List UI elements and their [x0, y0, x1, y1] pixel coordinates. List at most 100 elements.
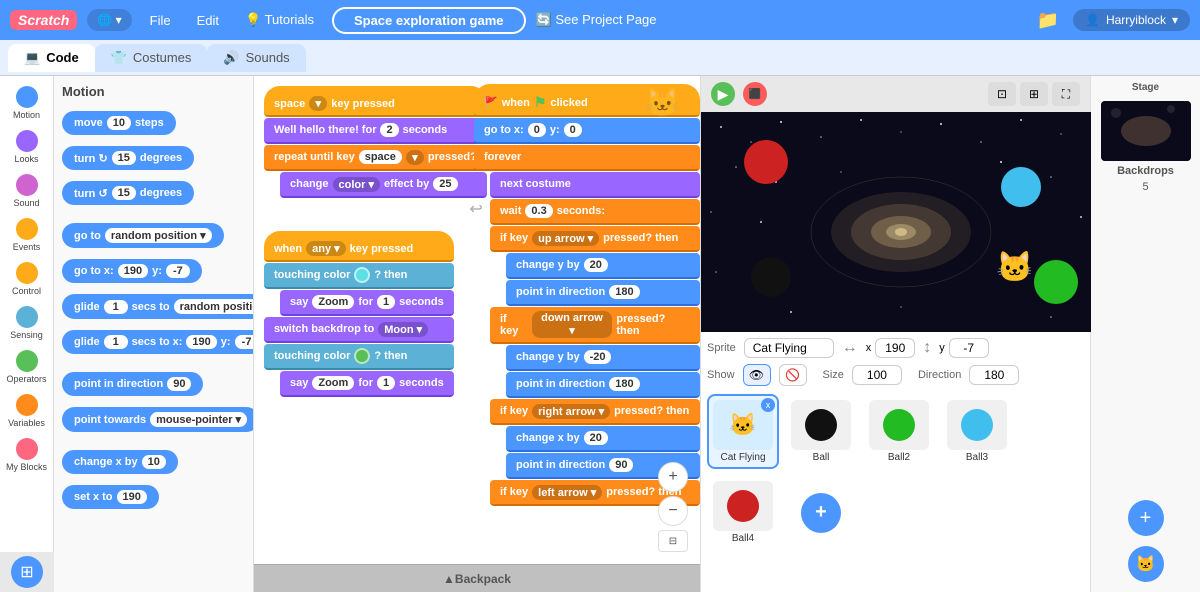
- block-next-costume[interactable]: next costume: [490, 172, 700, 198]
- folder-icon[interactable]: 📁: [1033, 6, 1063, 35]
- main-area: Motion Looks Sound Events Control Sensin…: [0, 76, 1200, 592]
- block-if-up-arrow[interactable]: if keyup arrow ▾pressed? then: [490, 226, 700, 252]
- zoom-in-button[interactable]: +: [658, 462, 688, 492]
- block-switch-backdrop[interactable]: switch backdrop toMoon ▾: [264, 317, 454, 343]
- sprite-thumb-ball4[interactable]: Ball4: [707, 475, 779, 550]
- script-stack-main: 🚩 when⚑clicked go to x:0y:0 forever next…: [474, 84, 700, 506]
- zoom-out-button[interactable]: −: [658, 496, 688, 526]
- sprite-thumb-ball2[interactable]: Ball2: [863, 394, 935, 469]
- small-stage-button[interactable]: ⊡: [988, 82, 1016, 106]
- zoom-fit-button[interactable]: ⊟: [658, 530, 688, 552]
- block-point-dir-180-1[interactable]: point in direction180: [506, 280, 700, 306]
- block-space-key-pressed[interactable]: space▾key pressed: [264, 86, 487, 117]
- category-looks[interactable]: Looks: [2, 126, 52, 168]
- block-if-right-arrow[interactable]: if keyright arrow ▾pressed? then: [490, 399, 700, 425]
- block-change-x-20[interactable]: change x by20: [506, 426, 700, 452]
- sprite-badge-cat: x: [761, 398, 775, 412]
- sprite-panel: Sprite ↔ x ↕ y Show 👁 🚫 Size Dir: [701, 332, 1090, 592]
- category-events[interactable]: Events: [2, 214, 52, 256]
- direction-input[interactable]: [969, 365, 1019, 385]
- show-visible-button[interactable]: 👁: [743, 364, 771, 386]
- sprite-name-ball4: Ball4: [713, 533, 773, 544]
- block-set-x[interactable]: set x to 190: [62, 485, 159, 509]
- color-swatch-2[interactable]: [354, 348, 370, 364]
- size-label: Size: [823, 369, 844, 381]
- stage-mini-thumbnail[interactable]: [1101, 101, 1191, 161]
- block-wait-0-3[interactable]: wait0.3seconds:: [490, 199, 700, 225]
- sprite-thumb-cat-flying[interactable]: 🐱 x Cat Flying: [707, 394, 779, 469]
- block-turn-right[interactable]: turn ↻ 15 degrees: [62, 146, 194, 170]
- tab-costumes[interactable]: 👕 Costumes: [95, 44, 208, 72]
- tab-sounds[interactable]: 🔊 Sounds: [207, 44, 305, 72]
- block-change-color-effect[interactable]: changecolor ▾effect by25: [280, 172, 487, 198]
- direction-label: Direction: [918, 369, 961, 381]
- edit-menu[interactable]: Edit: [189, 9, 227, 32]
- language-selector[interactable]: 🌐 ▾: [87, 9, 131, 31]
- stage-controls-bar: ▶ ⬛ ⊡ ⊞ ⛶: [701, 76, 1090, 112]
- category-control[interactable]: Control: [2, 258, 52, 300]
- block-point-towards[interactable]: point towards mouse-pointer ▾: [62, 407, 254, 432]
- block-glide-random[interactable]: glide 1 secs to random position ▾: [62, 294, 254, 319]
- backpack-bar[interactable]: ▲ Backpack: [254, 564, 700, 592]
- file-menu[interactable]: File: [142, 9, 179, 32]
- see-project-link[interactable]: 🔄 See Project Page: [536, 12, 657, 28]
- costumes-tab-icon: 👕: [111, 50, 127, 66]
- block-goto-xy[interactable]: go to x: 190 y: -7: [62, 259, 202, 283]
- block-say-zoom-2[interactable]: sayZoomfor1seconds: [280, 371, 454, 397]
- category-variables[interactable]: Variables: [2, 390, 52, 432]
- user-menu[interactable]: 👤 Harryiblock ▾: [1073, 9, 1190, 31]
- color-swatch-1[interactable]: [354, 267, 370, 283]
- stage-canvas[interactable]: 🐱: [701, 112, 1091, 332]
- green-flag-button[interactable]: ▶: [711, 82, 735, 106]
- block-touching-color-1[interactable]: touching color ? then: [264, 263, 454, 289]
- x-input[interactable]: [875, 338, 915, 358]
- block-repeat-until[interactable]: repeat until keyspace▾pressed?: [264, 145, 487, 171]
- block-forever[interactable]: forever: [474, 145, 700, 171]
- script-area[interactable]: space▾key pressed Well hello there! for2…: [254, 76, 700, 592]
- y-input[interactable]: [949, 338, 989, 358]
- block-if-down-arrow[interactable]: if keydown arrow ▾pressed? then: [490, 307, 700, 344]
- block-change-y-20[interactable]: change y by20: [506, 253, 700, 279]
- tutorials-link[interactable]: 💡 Tutorials: [237, 8, 322, 32]
- show-label: Show: [707, 369, 735, 381]
- block-point-dir-180-2[interactable]: point in direction180: [506, 372, 700, 398]
- block-goto-00[interactable]: go to x:0y:0: [474, 118, 700, 144]
- block-touching-color-2[interactable]: touching color ? then: [264, 344, 454, 370]
- sprite-thumb-ball3[interactable]: Ball3: [941, 394, 1013, 469]
- category-myblocks[interactable]: My Blocks: [2, 434, 52, 476]
- sprites-list: 🐱 x Cat Flying Ball Ball2: [707, 394, 1084, 550]
- sprite-name-ball: Ball: [791, 452, 851, 463]
- ball3-icon-box: [947, 400, 1007, 450]
- category-sound[interactable]: Sound: [2, 170, 52, 212]
- tab-code[interactable]: 💻 Code: [8, 44, 95, 72]
- block-point-direction[interactable]: point in direction 90: [62, 372, 203, 396]
- large-stage-button[interactable]: ⊞: [1020, 82, 1048, 106]
- category-sensing[interactable]: Sensing: [2, 302, 52, 344]
- block-turn-left[interactable]: turn ↺ 15 degrees: [62, 181, 194, 205]
- scratch-logo[interactable]: Scratch: [10, 10, 77, 30]
- block-change-x[interactable]: change x by 10: [62, 450, 178, 474]
- add-sprite-button[interactable]: +: [785, 475, 857, 550]
- stage-tab-label[interactable]: Stage: [1132, 82, 1159, 93]
- project-name-input[interactable]: Space exploration game: [332, 7, 526, 34]
- add-block-button[interactable]: ⊞: [11, 556, 43, 588]
- size-input[interactable]: [852, 365, 902, 385]
- sprite-list-button[interactable]: 🐱: [1128, 546, 1164, 582]
- script-canvas: space▾key pressed Well hello there! for2…: [254, 76, 700, 592]
- sprite-name-input[interactable]: [744, 338, 834, 358]
- view-mode-buttons: ⊡ ⊞ ⛶: [988, 82, 1080, 106]
- sprite-thumb-ball[interactable]: Ball: [785, 394, 857, 469]
- category-operators[interactable]: Operators: [2, 346, 52, 388]
- block-move-steps[interactable]: move 10 steps: [62, 111, 176, 135]
- block-any-key-pressed[interactable]: whenany ▾key pressed: [264, 231, 454, 262]
- fullscreen-button[interactable]: ⛶: [1052, 82, 1080, 106]
- block-glide-xy[interactable]: glide 1 secs to x: 190 y: -7: [62, 330, 254, 354]
- stop-button[interactable]: ⬛: [743, 82, 767, 106]
- block-say-hello[interactable]: Well hello there! for2seconds: [264, 118, 487, 144]
- category-motion[interactable]: Motion: [2, 82, 52, 124]
- add-backdrop-button[interactable]: +: [1128, 500, 1164, 536]
- block-say-zoom-1[interactable]: sayZoomfor1seconds: [280, 290, 454, 316]
- block-change-y-neg20[interactable]: change y by-20: [506, 345, 700, 371]
- show-hidden-button[interactable]: 🚫: [779, 364, 807, 386]
- block-goto-random[interactable]: go to random position ▾: [62, 223, 224, 248]
